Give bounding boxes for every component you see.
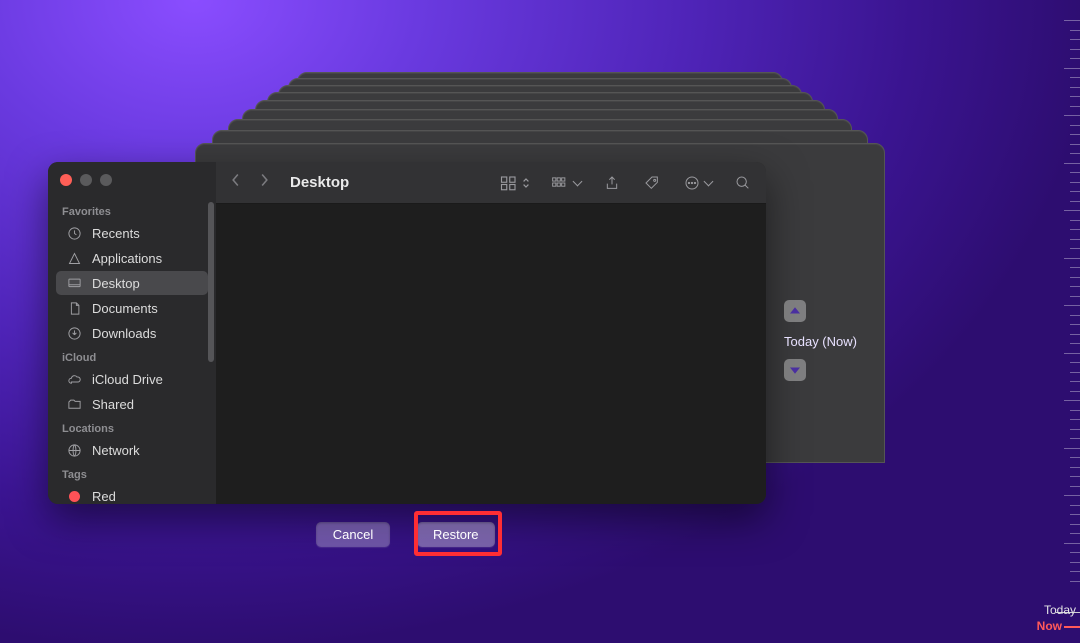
sidebar-item-label: Red xyxy=(92,489,116,504)
sidebar: Favorites Recents Applications Desktop D… xyxy=(48,162,216,504)
action-menu-button[interactable] xyxy=(683,175,712,191)
sidebar-item-tag-red[interactable]: Red xyxy=(56,484,208,504)
sidebar-section-tags: Tags xyxy=(48,463,216,483)
minimize-window-button[interactable] xyxy=(80,174,92,186)
timeline-now-label: Now xyxy=(1037,619,1062,633)
next-snapshot-button[interactable] xyxy=(784,359,806,381)
view-icon-button[interactable] xyxy=(500,175,530,191)
sidebar-item-documents[interactable]: Documents xyxy=(56,296,208,320)
action-buttons: Cancel Restore xyxy=(316,522,495,547)
group-by-button[interactable] xyxy=(552,175,581,191)
clock-icon xyxy=(66,225,82,241)
sidebar-item-label: Network xyxy=(92,443,140,458)
restore-button[interactable]: Restore xyxy=(417,522,495,547)
cloud-icon xyxy=(66,371,82,387)
share-button[interactable] xyxy=(603,175,621,191)
folder-content-empty[interactable] xyxy=(216,204,766,504)
sidebar-item-label: iCloud Drive xyxy=(92,372,163,387)
downloads-icon xyxy=(66,325,82,341)
forward-button[interactable] xyxy=(259,173,270,192)
finder-main: Desktop xyxy=(216,162,766,504)
zoom-window-button[interactable] xyxy=(100,174,112,186)
sidebar-item-label: Documents xyxy=(92,301,158,316)
timeline-today-label: Today xyxy=(1044,603,1076,617)
sidebar-item-label: Recents xyxy=(92,226,140,241)
sidebar-item-applications[interactable]: Applications xyxy=(56,246,208,270)
sidebar-item-label: Downloads xyxy=(92,326,156,341)
sidebar-item-shared[interactable]: Shared xyxy=(56,392,208,416)
sidebar-item-label: Applications xyxy=(92,251,162,266)
cancel-button[interactable]: Cancel xyxy=(316,522,390,547)
network-icon xyxy=(66,442,82,458)
previous-snapshot-button[interactable] xyxy=(784,300,806,322)
window-title: Desktop xyxy=(290,174,349,191)
cancel-button-label: Cancel xyxy=(333,527,373,542)
finder-window: Favorites Recents Applications Desktop D… xyxy=(48,162,766,504)
timeline-ruler[interactable]: (function(){ const t=document.currentScr… xyxy=(1024,0,1080,643)
sidebar-section-icloud: iCloud xyxy=(48,346,216,366)
back-button[interactable] xyxy=(230,173,241,192)
tag-red-icon xyxy=(66,488,82,504)
sidebar-item-recents[interactable]: Recents xyxy=(56,221,208,245)
sidebar-section-favorites: Favorites xyxy=(48,200,216,220)
sidebar-scrollbar[interactable] xyxy=(208,202,214,362)
applications-icon xyxy=(66,250,82,266)
close-window-button[interactable] xyxy=(60,174,72,186)
window-controls xyxy=(48,162,216,194)
sidebar-item-label: Desktop xyxy=(92,276,140,291)
sidebar-item-desktop[interactable]: Desktop xyxy=(56,271,208,295)
tags-button[interactable] xyxy=(643,175,661,191)
search-button[interactable] xyxy=(734,175,752,191)
snapshot-label: Today (Now) xyxy=(784,332,857,359)
sidebar-item-icloud-drive[interactable]: iCloud Drive xyxy=(56,367,208,391)
sidebar-item-network[interactable]: Network xyxy=(56,438,208,462)
sidebar-item-label: Shared xyxy=(92,397,134,412)
shared-folder-icon xyxy=(66,396,82,412)
toolbar: Desktop xyxy=(216,162,766,204)
sidebar-item-downloads[interactable]: Downloads xyxy=(56,321,208,345)
time-machine-navigator: Today (Now) xyxy=(784,300,857,391)
desktop-icon xyxy=(66,275,82,291)
restore-button-label: Restore xyxy=(433,527,479,542)
document-icon xyxy=(66,300,82,316)
sidebar-section-locations: Locations xyxy=(48,417,216,437)
